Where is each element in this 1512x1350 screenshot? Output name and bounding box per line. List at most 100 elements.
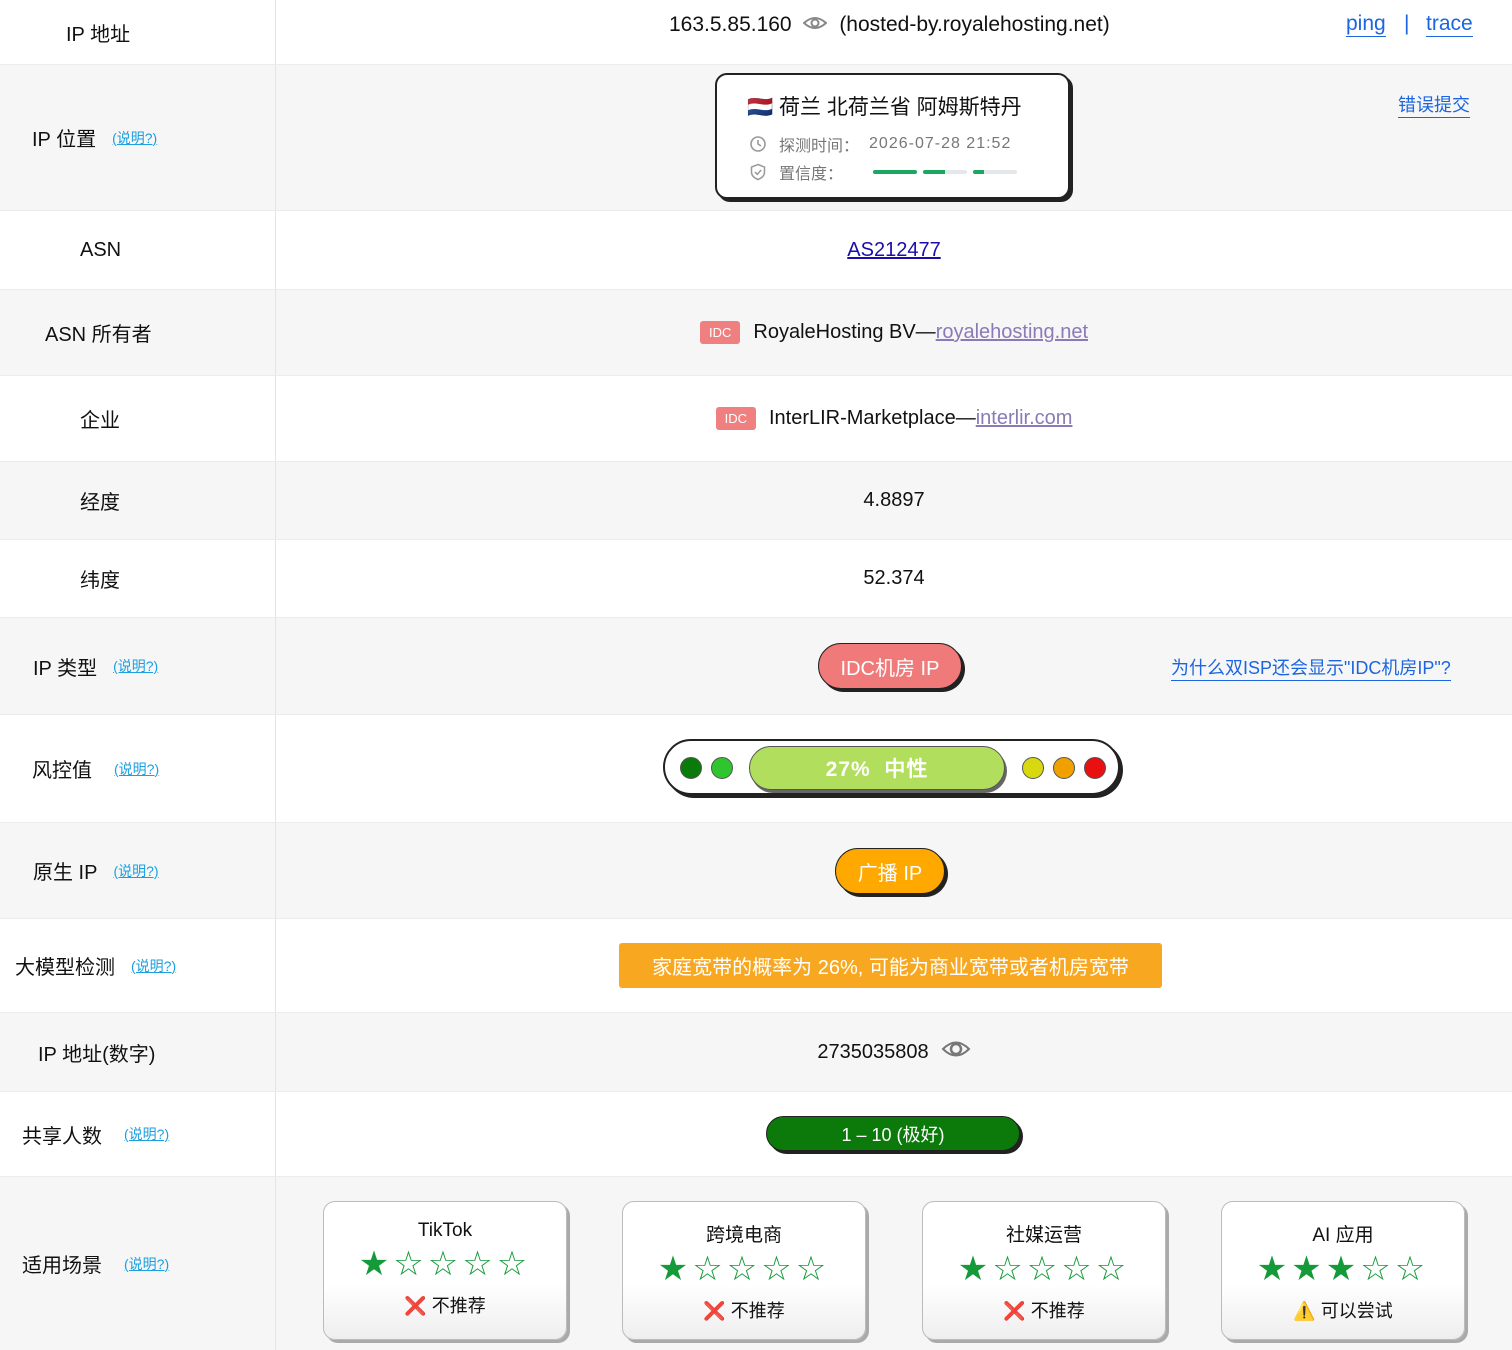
scenario-verdict: ❌ 不推荐 bbox=[623, 1297, 865, 1323]
native-ip-badge: 广播 IP bbox=[835, 848, 945, 894]
asn-owner-link[interactable]: royalehosting.net bbox=[936, 321, 1088, 344]
llm-result-banner: 家庭宽带的概率为 26%, 可能为商业宽带或者机房宽带 bbox=[619, 943, 1162, 988]
risk-dot-very-high bbox=[1084, 757, 1106, 779]
asn-label: ASN bbox=[0, 211, 276, 289]
verdict-text: 不推荐 bbox=[1030, 1301, 1085, 1321]
share-label: 共享人数 bbox=[22, 1125, 102, 1148]
llm-value: 家庭宽带的概率为 26%, 可能为商业宽带或者机房宽带 bbox=[276, 919, 1512, 1012]
location-card: 🇳🇱 荷兰 北荷兰省 阿姆斯特丹 探测时间： 2026-07-28 21:52 … bbox=[715, 73, 1070, 199]
llm-label: 大模型检测 bbox=[15, 957, 115, 979]
company-value: IDC InterLIR-Marketplace— interlir.com bbox=[276, 376, 1512, 461]
scenarios-row: 适用场景 (说明?) TikTok ★☆☆☆☆ ❌ 不推荐 跨境电商 ★☆☆☆☆… bbox=[0, 1177, 1512, 1350]
ip-location-value: 🇳🇱 荷兰 北荷兰省 阿姆斯特丹 探测时间： 2026-07-28 21:52 … bbox=[276, 65, 1512, 210]
risk-score-badge: 27% 中性 bbox=[749, 746, 1005, 790]
risk-dot-high bbox=[1053, 757, 1075, 779]
longitude-row: 经度 4.8897 bbox=[0, 462, 1512, 540]
cross-icon: ❌ bbox=[1003, 1301, 1026, 1321]
scenario-verdict: ⚠️ 可以尝试 bbox=[1222, 1297, 1464, 1323]
ip-type-label-cell: IP 类型 (说明?) bbox=[0, 618, 276, 714]
ip-address-value: 163.5.85.160 (hosted-by.royalehosting.ne… bbox=[276, 0, 1512, 64]
risk-help-link[interactable]: (说明?) bbox=[114, 759, 159, 779]
idc-tag: IDC bbox=[715, 407, 756, 430]
shield-check-icon bbox=[750, 163, 766, 181]
asn-owner-name: RoyaleHosting BV— bbox=[753, 321, 936, 343]
probe-time: 探测时间： 2026-07-28 21:52 bbox=[749, 132, 1011, 156]
ip-numeric-row: IP 地址(数字) 2735035808 bbox=[0, 1013, 1512, 1092]
ip-location-row: IP 位置 (说明?) 🇳🇱 荷兰 北荷兰省 阿姆斯特丹 探测时间： 2026-… bbox=[0, 65, 1512, 211]
asn-owner-value: IDC RoyaleHosting BV— royalehosting.net bbox=[276, 290, 1512, 375]
scenario-name: 社媒运营 bbox=[1005, 1225, 1082, 1246]
cross-icon: ❌ bbox=[703, 1301, 726, 1321]
ip-type-label: IP 类型 bbox=[33, 657, 98, 680]
ip-type-row: IP 类型 (说明?) IDC机房 IP 为什么双ISP还会显示"IDC机房IP… bbox=[0, 618, 1512, 715]
scenario-card-ai: AI 应用 ★★★☆☆ ⚠️ 可以尝试 bbox=[1221, 1201, 1465, 1340]
risk-label: 风控值 bbox=[32, 760, 92, 782]
scenario-verdict: ❌ 不推荐 bbox=[923, 1297, 1165, 1323]
netherlands-flag-icon: 🇳🇱 bbox=[747, 96, 774, 119]
company-row: 企业 IDC InterLIR-Marketplace— interlir.co… bbox=[0, 376, 1512, 462]
hostname-text: (hosted-by.royalehosting.net) bbox=[839, 13, 1110, 36]
eye-icon[interactable] bbox=[802, 13, 828, 37]
share-value: 1 – 10 (极好) bbox=[276, 1092, 1512, 1176]
idc-tag: IDC bbox=[699, 321, 741, 344]
longitude-value: 4.8897 bbox=[863, 489, 925, 511]
share-count-badge: 1 – 10 (极好) bbox=[766, 1116, 1020, 1151]
risk-meter: 27% 中性 bbox=[663, 739, 1120, 795]
probe-time-value: 2026-07-28 21:52 bbox=[869, 135, 1012, 152]
company-label: 企业 bbox=[0, 376, 276, 461]
latitude-value: 52.374 bbox=[863, 567, 925, 589]
confidence: 置信度： bbox=[749, 160, 1018, 184]
scenario-name: TikTok bbox=[417, 1220, 473, 1241]
native-ip-value: 广播 IP bbox=[276, 823, 1512, 918]
confidence-bar-2 bbox=[923, 170, 968, 174]
scenarios-help-link[interactable]: (说明?) bbox=[124, 1254, 169, 1274]
eye-icon[interactable] bbox=[941, 1038, 971, 1066]
probe-time-label: 探测时间： bbox=[779, 138, 860, 155]
ip-numeric-value: 2735035808 bbox=[276, 1013, 1512, 1091]
scenarios-label: 适用场景 bbox=[22, 1255, 102, 1277]
why-idc-link[interactable]: 为什么双ISP还会显示"IDC机房IP"? bbox=[1171, 654, 1451, 681]
cross-icon: ❌ bbox=[404, 1296, 427, 1316]
scenario-card-ecommerce: 跨境电商 ★☆☆☆☆ ❌ 不推荐 bbox=[622, 1201, 866, 1340]
native-ip-label-cell: 原生 IP (说明?) bbox=[0, 823, 276, 918]
verdict-text: 不推荐 bbox=[431, 1296, 486, 1316]
confidence-bar-1 bbox=[873, 170, 918, 174]
share-help-link[interactable]: (说明?) bbox=[124, 1124, 169, 1144]
risk-dot-low bbox=[711, 757, 733, 779]
latitude-label: 纬度 bbox=[0, 540, 276, 617]
scenario-card-tiktok: TikTok ★☆☆☆☆ ❌ 不推荐 bbox=[323, 1201, 567, 1340]
link-separator: | bbox=[1404, 12, 1410, 35]
ip-location-label-cell: IP 位置 (说明?) bbox=[0, 65, 276, 210]
ip-address-row: IP 地址 163.5.85.160 (hosted-by.royalehost… bbox=[0, 0, 1512, 65]
share-count-row: 共享人数 (说明?) 1 – 10 (极好) bbox=[0, 1092, 1512, 1177]
scenario-name: 跨境电商 bbox=[705, 1225, 782, 1246]
trace-link[interactable]: trace bbox=[1426, 12, 1473, 37]
company-link[interactable]: interlir.com bbox=[976, 407, 1073, 430]
risk-dot-medium bbox=[1022, 757, 1044, 779]
native-ip-help-link[interactable]: (说明?) bbox=[113, 861, 158, 881]
star-rating: ★☆☆☆☆ bbox=[657, 1250, 831, 1288]
scenarios-value: TikTok ★☆☆☆☆ ❌ 不推荐 跨境电商 ★☆☆☆☆ ❌ 不推荐 社媒运营… bbox=[276, 1177, 1512, 1350]
asn-owner-row: ASN 所有者 IDC RoyaleHosting BV— royalehost… bbox=[0, 290, 1512, 376]
llm-help-link[interactable]: (说明?) bbox=[131, 956, 176, 976]
llm-label-cell: 大模型检测 (说明?) bbox=[0, 919, 276, 1012]
ping-link[interactable]: ping bbox=[1346, 12, 1386, 37]
asn-link[interactable]: AS212477 bbox=[847, 239, 940, 262]
ip-address-label: IP 地址 bbox=[0, 0, 276, 64]
ip-type-badge: IDC机房 IP bbox=[818, 643, 962, 689]
scenario-name: AI 应用 bbox=[1312, 1225, 1374, 1246]
ip-text: 163.5.85.160 bbox=[669, 13, 792, 36]
risk-dot-very-low bbox=[680, 757, 702, 779]
ip-type-help-link[interactable]: (说明?) bbox=[113, 656, 158, 676]
llm-detection-row: 大模型检测 (说明?) 家庭宽带的概率为 26%, 可能为商业宽带或者机房宽带 bbox=[0, 919, 1512, 1013]
latitude-row: 纬度 52.374 bbox=[0, 540, 1512, 618]
ip-location-help-link[interactable]: (说明?) bbox=[112, 128, 157, 148]
company-name: InterLIR-Marketplace— bbox=[768, 407, 976, 429]
asn-owner-label: ASN 所有者 bbox=[0, 290, 276, 375]
location-place: 🇳🇱 荷兰 北荷兰省 阿姆斯特丹 bbox=[747, 91, 1022, 121]
verdict-text: 可以尝试 bbox=[1320, 1301, 1393, 1321]
report-error-link[interactable]: 错误提交 bbox=[1398, 91, 1470, 118]
ip-info-table: IP 地址 163.5.85.160 (hosted-by.royalehost… bbox=[0, 0, 1512, 1350]
native-ip-row: 原生 IP (说明?) 广播 IP bbox=[0, 823, 1512, 919]
risk-value: 27% 中性 bbox=[276, 715, 1512, 822]
